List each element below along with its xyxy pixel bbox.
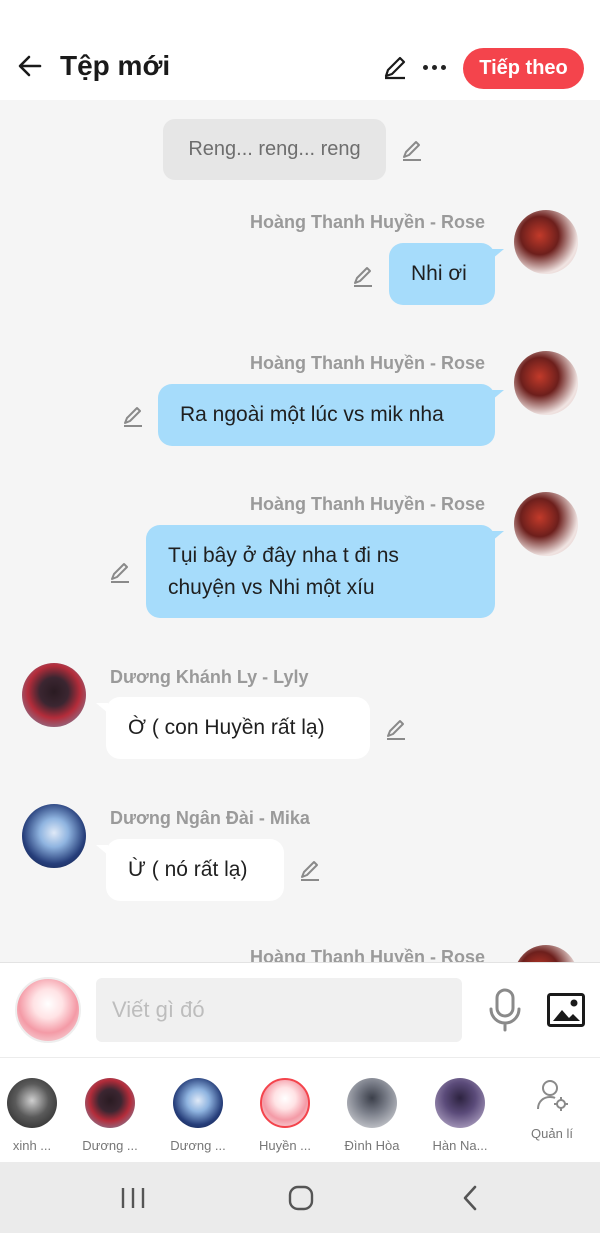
pencil-icon[interactable]	[399, 137, 425, 163]
message-composer: Viết gì đó	[0, 962, 600, 1057]
microphone-icon[interactable]	[486, 987, 524, 1033]
home-button[interactable]	[281, 1182, 321, 1214]
character-item[interactable]: Đình Hòa	[332, 1058, 412, 1163]
sender-name: Dương Khánh Ly - Lyly	[110, 667, 309, 687]
avatar-rose	[514, 351, 578, 415]
message-text: Ra ngoài một lúc vs mik nha	[180, 403, 444, 426]
recent-apps-button[interactable]	[113, 1182, 153, 1214]
edit-title-button[interactable]	[380, 52, 410, 82]
avatar-rose	[514, 945, 578, 962]
avatar-rose	[514, 210, 578, 274]
sender-name: Hoàng Thanh Huyền - Rose	[250, 353, 486, 373]
system-back-button[interactable]	[450, 1182, 490, 1214]
avatar-mika	[22, 804, 86, 868]
pencil-icon[interactable]	[120, 403, 146, 429]
more-options-button[interactable]	[420, 52, 448, 82]
character-label: Đình Hòa	[344, 1138, 400, 1153]
character-item[interactable]: xinh ...	[0, 1058, 72, 1163]
message-bubble[interactable]: Ra ngoài một lúc vs mik nha	[158, 384, 504, 446]
character-avatar	[435, 1078, 485, 1128]
message-input[interactable]: Viết gì đó	[96, 978, 462, 1042]
back-button[interactable]	[12, 48, 48, 84]
message-text-line: Tụi bây ở đây nha t đi ns	[168, 543, 399, 567]
message-text-line: chuyện vs Nhi một xíu	[168, 575, 375, 599]
more-dot-icon	[431, 64, 437, 70]
character-label: Hàn Na...	[432, 1138, 488, 1153]
sender-name: Dương Ngân Đài - Mika	[110, 808, 310, 828]
chat-area[interactable]: Reng... reng... reng Hoàng Thanh Huyền -…	[0, 100, 600, 962]
pencil-icon[interactable]	[107, 559, 133, 585]
system-nav-bar	[0, 1162, 600, 1233]
next-button[interactable]: Tiếp theo	[463, 48, 584, 89]
manage-characters-button[interactable]: Quản lí	[520, 1058, 584, 1163]
message-bubble[interactable]: Tụi bây ở đây nha t đi ns chuyện vs Nhi …	[146, 525, 504, 618]
character-item[interactable]: Dương ...	[158, 1058, 238, 1163]
avatar-rose	[514, 492, 578, 556]
message-bubble[interactable]: Ừ ( nó rất lạ)	[96, 839, 284, 901]
message-text: Nhi ơi	[411, 262, 467, 285]
message-text: Ừ ( nó rất lạ)	[128, 858, 248, 881]
home-icon	[288, 1185, 314, 1211]
sender-name: Hoàng Thanh Huyền - Rose	[250, 212, 486, 232]
input-placeholder: Viết gì đó	[112, 997, 205, 1022]
user-settings-icon	[537, 1080, 568, 1111]
recent-apps-icon	[121, 1188, 145, 1208]
character-label: Dương ...	[82, 1138, 138, 1153]
sender-name: Hoàng Thanh Huyền - Rose	[250, 494, 486, 514]
message-bubble[interactable]: Ờ ( con Huyền rất lạ)	[96, 697, 370, 759]
pencil-icon[interactable]	[297, 857, 323, 883]
pencil-icon[interactable]	[350, 263, 376, 289]
avatar-lyly	[22, 663, 86, 727]
character-avatar	[7, 1078, 57, 1128]
image-icon[interactable]	[546, 991, 586, 1029]
app-header: Tệp mới Tiếp theo	[0, 0, 600, 100]
arrow-left-icon	[18, 55, 42, 77]
character-item-selected[interactable]: Huyền ...	[245, 1058, 325, 1163]
page-title: Tệp mới	[60, 50, 171, 81]
character-avatar	[85, 1078, 135, 1128]
character-label: Huyền ...	[258, 1138, 312, 1153]
sender-name: Hoàng Thanh Huyền - Rose	[250, 947, 486, 962]
more-dot-icon	[422, 64, 428, 70]
more-dot-icon	[440, 64, 446, 70]
character-item[interactable]: Dương ...	[70, 1058, 150, 1163]
message-bubble[interactable]: Nhi ơi	[389, 243, 504, 305]
character-avatar	[173, 1078, 223, 1128]
character-label: xinh ...	[12, 1138, 52, 1153]
character-strip: xinh ... Dương ... Dương ... Huyền ... Đ…	[0, 1057, 600, 1162]
character-avatar	[260, 1078, 310, 1128]
message-text: Ờ ( con Huyền rất lạ)	[128, 716, 325, 739]
manage-label: Quản lí	[531, 1126, 573, 1141]
character-avatar	[347, 1078, 397, 1128]
pencil-icon	[384, 56, 406, 80]
character-label: Dương ...	[170, 1138, 226, 1153]
current-character-avatar[interactable]	[15, 977, 81, 1043]
narration-bubble[interactable]: Reng... reng... reng	[163, 119, 386, 180]
pencil-icon[interactable]	[383, 716, 409, 742]
chevron-left-icon	[463, 1185, 477, 1211]
character-item[interactable]: Hàn Na...	[420, 1058, 500, 1163]
